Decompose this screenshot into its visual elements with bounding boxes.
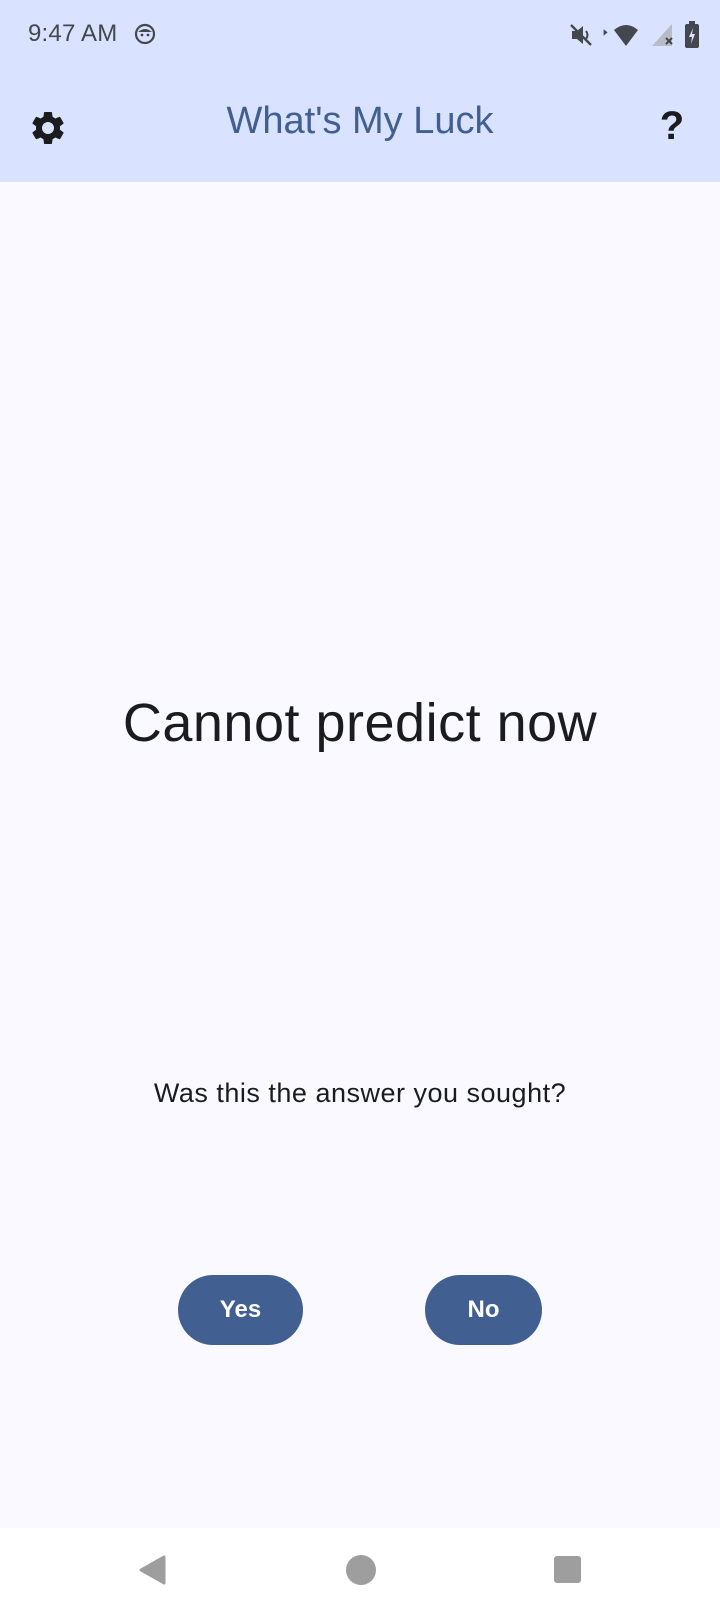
status-time: 9:47 AM bbox=[28, 20, 118, 47]
home-icon[interactable] bbox=[346, 1555, 376, 1585]
status-icons bbox=[568, 20, 700, 50]
prediction-text: Cannot predict now bbox=[122, 693, 598, 753]
face-notification-icon bbox=[134, 23, 156, 45]
recents-icon[interactable] bbox=[554, 1556, 581, 1583]
wifi-icon bbox=[603, 25, 638, 46]
no-button[interactable]: No bbox=[425, 1275, 542, 1345]
screen: 9:47 AM What's My Luck ? Cannot predict … bbox=[0, 0, 720, 1612]
navigation-bar bbox=[0, 1528, 720, 1612]
yes-button[interactable]: Yes bbox=[178, 1275, 303, 1345]
help-button[interactable]: ? bbox=[646, 98, 698, 154]
mute-icon bbox=[570, 24, 592, 46]
app-bar: What's My Luck ? bbox=[0, 72, 720, 182]
battery-charging-icon bbox=[685, 21, 699, 48]
app-title: What's My Luck bbox=[226, 100, 494, 142]
feedback-question: Was this the answer you sought? bbox=[153, 1078, 567, 1108]
cell-signal-icon bbox=[652, 24, 673, 46]
status-bar: 9:47 AM bbox=[0, 0, 720, 72]
back-icon[interactable] bbox=[137, 1554, 167, 1586]
